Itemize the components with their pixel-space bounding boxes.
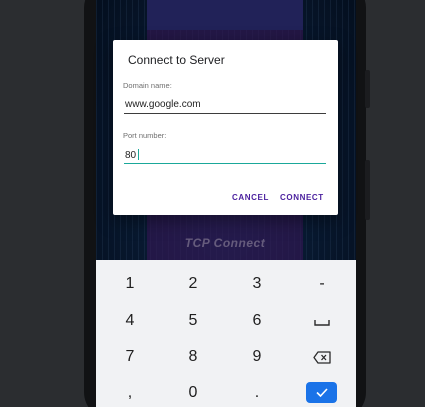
key-2[interactable]: 2 bbox=[161, 275, 225, 293]
dialog-title: Connect to Server bbox=[128, 53, 225, 67]
numeric-keyboard: 1 2 3 - 4 5 6 7 8 9 , 0 . bbox=[96, 260, 356, 407]
connect-dialog: Connect to Server Domain name: Port numb… bbox=[113, 40, 338, 215]
domain-input[interactable] bbox=[125, 96, 326, 112]
key-period[interactable]: . bbox=[225, 384, 289, 402]
port-label: Port number: bbox=[123, 131, 167, 140]
power-button bbox=[365, 70, 370, 108]
connect-button[interactable]: CONNECT bbox=[280, 193, 324, 202]
domain-input-underline bbox=[124, 113, 326, 114]
key-9[interactable]: 9 bbox=[225, 348, 289, 366]
key-5[interactable]: 5 bbox=[161, 312, 225, 330]
volume-button bbox=[365, 160, 370, 220]
domain-label: Domain name: bbox=[123, 81, 172, 90]
backspace-icon[interactable] bbox=[290, 347, 354, 367]
key-1[interactable]: 1 bbox=[98, 275, 162, 293]
key-minus[interactable]: - bbox=[290, 275, 354, 293]
key-0[interactable]: 0 bbox=[161, 384, 225, 402]
checkmark-icon bbox=[315, 388, 328, 397]
done-button[interactable] bbox=[306, 382, 337, 403]
key-3[interactable]: 3 bbox=[225, 275, 289, 293]
key-comma[interactable]: , bbox=[98, 384, 162, 402]
port-input[interactable] bbox=[125, 147, 165, 163]
key-8[interactable]: 8 bbox=[161, 348, 225, 366]
key-6[interactable]: 6 bbox=[225, 312, 289, 330]
space-icon[interactable] bbox=[290, 312, 354, 332]
cancel-button[interactable]: CANCEL bbox=[232, 193, 269, 202]
key-7[interactable]: 7 bbox=[98, 348, 162, 366]
key-4[interactable]: 4 bbox=[98, 312, 162, 330]
port-input-underline bbox=[124, 163, 326, 164]
text-caret bbox=[138, 149, 139, 160]
